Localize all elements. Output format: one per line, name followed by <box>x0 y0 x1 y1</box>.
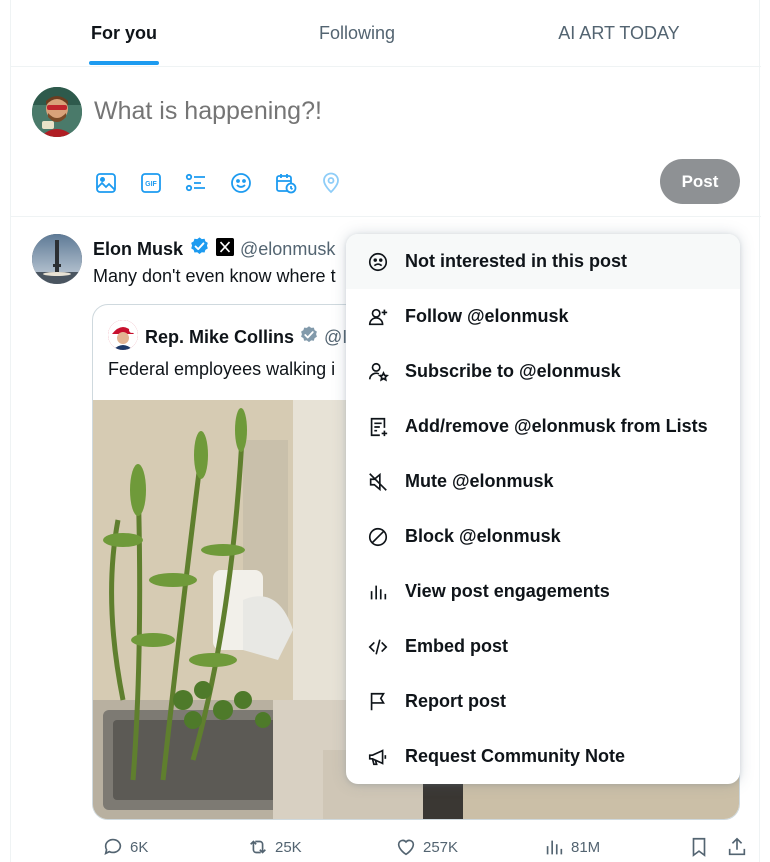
menu-item-block[interactable]: Block @elonmusk <box>346 509 740 564</box>
menu-item-mute[interactable]: Mute @elonmusk <box>346 454 740 509</box>
menu-item-label: Mute @elonmusk <box>405 471 554 491</box>
tab-ai-art-today[interactable]: AI ART TODAY <box>477 0 761 66</box>
share-button[interactable] <box>726 836 748 858</box>
tweet-header: Elon Musk @elonmusk <box>93 236 335 262</box>
compose-input[interactable] <box>94 97 694 126</box>
author-avatar[interactable] <box>32 234 82 284</box>
active-tab-indicator <box>89 61 159 65</box>
megaphone-icon <box>366 745 390 769</box>
tab-label: For you <box>91 22 157 43</box>
post-button[interactable]: Post <box>660 159 740 204</box>
quoted-author-name: Rep. Mike Collins <box>145 327 295 347</box>
timeline-tabs: For you Following AI ART TODAY <box>11 0 761 67</box>
image-icon[interactable] <box>94 168 139 198</box>
views-button[interactable]: 81M <box>543 836 600 858</box>
tab-for-you[interactable]: For you <box>11 0 237 66</box>
quoted-author-avatar <box>108 320 138 350</box>
verified-badge-icon[interactable] <box>189 236 210 262</box>
verified-badge-icon <box>299 325 319 350</box>
menu-item-label: Follow @elonmusk <box>405 306 569 326</box>
reply-count: 6K <box>130 838 149 856</box>
location-icon[interactable] <box>319 168 364 198</box>
bookmark-button[interactable] <box>688 836 710 858</box>
poll-icon[interactable] <box>184 168 229 198</box>
views-count: 81M <box>571 838 601 856</box>
author-name[interactable]: Elon Musk <box>93 239 183 260</box>
menu-item-embed[interactable]: Embed post <box>346 619 740 674</box>
emoji-icon[interactable] <box>229 168 274 198</box>
menu-item-not-interested[interactable]: Not interested in this post <box>346 234 740 289</box>
like-count: 257K <box>423 838 459 856</box>
embed-icon <box>366 635 390 659</box>
flag-icon <box>366 690 390 714</box>
tweet-actions: 6K 25K 257K 81M <box>92 836 752 862</box>
bookmark-icon <box>692 837 706 857</box>
x-affiliation-icon[interactable] <box>216 237 235 261</box>
svg-text:GIF: GIF <box>145 181 157 188</box>
mute-icon <box>366 470 390 494</box>
quoted-tweet-header: Rep. Mike Collins @I <box>145 325 347 350</box>
menu-item-view-engagements[interactable]: View post engagements <box>346 564 740 619</box>
menu-item-label: Request Community Note <box>405 746 626 766</box>
menu-item-community-note[interactable]: Request Community Note <box>346 729 740 784</box>
block-icon <box>366 525 390 549</box>
subscribe-icon <box>366 360 390 384</box>
follow-icon <box>366 305 390 329</box>
author-handle[interactable]: @elonmusk <box>240 239 335 260</box>
repost-count: 25K <box>275 838 302 856</box>
menu-item-label: Not interested in this post <box>405 251 628 271</box>
views-chart-icon <box>546 840 563 855</box>
quoted-tweet-text: Federal employees walking i <box>108 359 336 379</box>
menu-item-report[interactable]: Report post <box>346 674 740 729</box>
tab-label: Following <box>318 22 396 43</box>
reply-button[interactable]: 6K <box>102 836 148 858</box>
list-icon <box>366 415 390 439</box>
frown-icon <box>366 250 390 274</box>
composer-toolbar: GIF <box>94 168 364 198</box>
like-button[interactable]: 257K <box>395 836 458 858</box>
engagements-icon <box>366 580 390 604</box>
quoted-author-handle: @I <box>324 327 348 347</box>
reply-icon <box>104 838 122 855</box>
tab-following[interactable]: Following <box>237 0 477 66</box>
menu-item-lists[interactable]: Add/remove @elonmusk from Lists <box>346 399 740 454</box>
repost-icon <box>250 840 266 854</box>
repost-button[interactable]: 25K <box>247 836 302 858</box>
gif-icon[interactable]: GIF <box>139 168 184 198</box>
heart-icon <box>397 839 415 856</box>
tab-label: AI ART TODAY <box>558 22 680 43</box>
share-icon <box>728 837 746 856</box>
menu-item-label: Embed post <box>405 636 509 656</box>
user-avatar[interactable] <box>32 87 82 137</box>
post-composer: GIF Post <box>11 67 761 217</box>
menu-item-label: Block @elonmusk <box>405 526 561 546</box>
menu-item-label: View post engagements <box>405 581 610 601</box>
menu-item-label: Add/remove @elonmusk from Lists <box>405 416 708 436</box>
menu-item-follow[interactable]: Follow @elonmusk <box>346 289 740 344</box>
menu-item-subscribe[interactable]: Subscribe to @elonmusk <box>346 344 740 399</box>
schedule-icon[interactable] <box>274 168 319 198</box>
tweet-text: Many don't even know where t <box>93 266 336 286</box>
post-options-menu: Not interested in this post Follow @elon… <box>346 234 740 784</box>
menu-item-label: Report post <box>405 691 506 711</box>
menu-item-label: Subscribe to @elonmusk <box>405 361 621 381</box>
